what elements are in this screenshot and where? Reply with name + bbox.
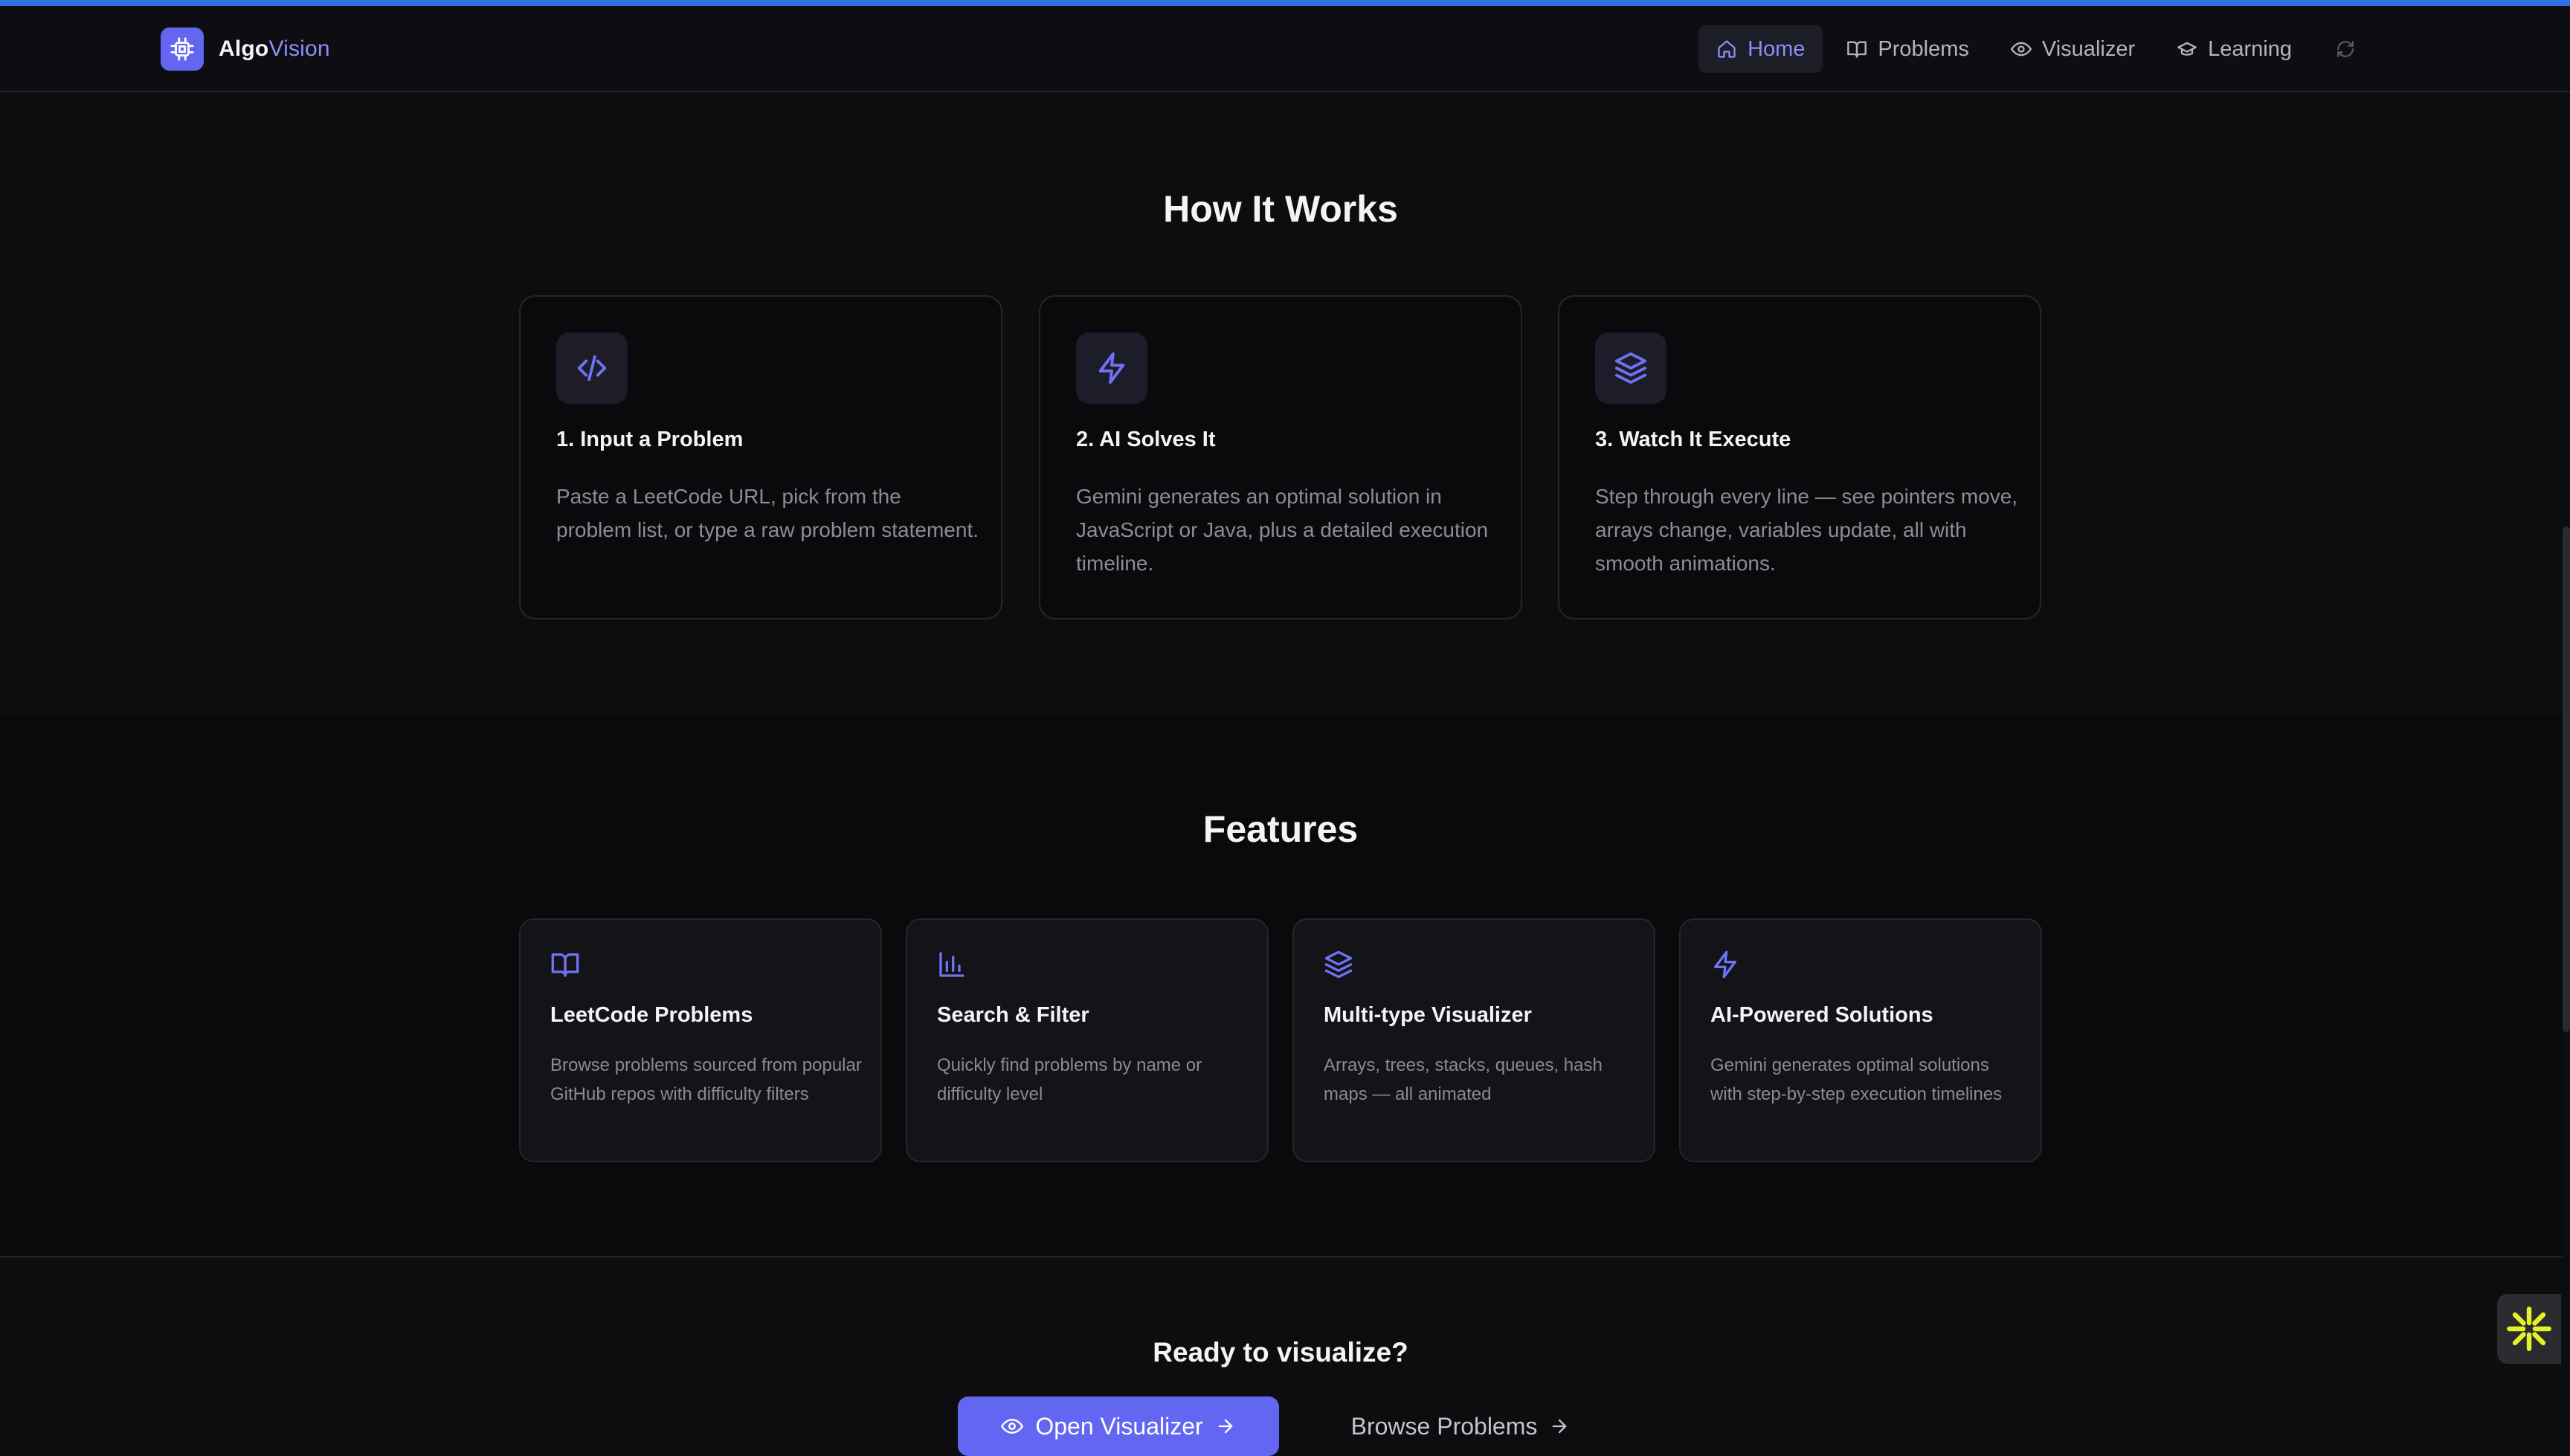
code-icon	[556, 332, 628, 404]
open-visualizer-button[interactable]: Open Visualizer	[958, 1397, 1279, 1456]
refresh-button[interactable]	[2322, 25, 2369, 73]
feature-description: Gemini generates optimal solutions with …	[1710, 1055, 2003, 1104]
arrow-right-icon	[1218, 1419, 1232, 1434]
cta-section: Ready to visualize? Open Visualizer Brow…	[0, 1256, 2570, 1456]
step-description: Paste a LeetCode URL, pick from the prob…	[556, 485, 979, 541]
layers-icon	[1595, 332, 1666, 404]
layers-icon	[1324, 950, 1353, 979]
eye-icon	[1001, 1419, 1024, 1434]
browse-problems-button[interactable]: Browse Problems	[1312, 1397, 1609, 1456]
step-description: Gemini generates an optimal solution in …	[1076, 485, 1489, 575]
eye-icon	[2010, 42, 2032, 57]
feature-description: Quickly find problems by name or difficu…	[937, 1055, 1202, 1104]
book-open-icon	[1847, 41, 1867, 58]
step-title: 1. Input a Problem	[556, 428, 744, 451]
lightning-icon	[1714, 950, 1736, 979]
brand-name-algo: Algo	[219, 36, 269, 61]
cta-title: Ready to visualize?	[1153, 1337, 1408, 1368]
feature-card-search: Search & Filter Quickly find problems by…	[906, 918, 1269, 1162]
features-title: Features	[1202, 808, 1359, 850]
step-card-ai-solves: 2. AI Solves It Gemini generates an opti…	[1039, 295, 1522, 619]
nav-item-problems[interactable]: Problems	[1829, 25, 1987, 73]
main-nav: Home Problems Visualizer Learning	[1698, 25, 2369, 73]
home-icon	[1718, 40, 1736, 58]
step-card-input: 1. Input a Problem Paste a LeetCode URL,…	[519, 295, 1002, 619]
brand-name-vision: Vision	[268, 36, 330, 61]
nav-item-learning[interactable]: Learning	[2159, 25, 2310, 73]
top-accent-bar	[0, 0, 2570, 6]
feature-description: Browse problems sourced from popular Git…	[550, 1055, 862, 1104]
step-title: 3. Watch It Execute	[1595, 428, 1791, 451]
graduation-cap-icon	[2177, 42, 2197, 56]
nav-item-learning-label: Learning	[2208, 36, 2292, 61]
bar-chart-icon	[939, 952, 964, 977]
scrollbar-thumb[interactable]	[2563, 526, 2570, 1032]
feature-card-leetcode: LeetCode Problems Browse problems source…	[519, 918, 882, 1162]
brand-name: AlgoVision	[219, 36, 330, 62]
browse-problems-label: Browse Problems	[1350, 1412, 1538, 1440]
feature-card-ai: AI-Powered Solutions Gemini generates op…	[1679, 918, 2042, 1162]
how-it-works-title: How It Works	[1163, 188, 1398, 230]
cpu-chip-icon	[161, 28, 204, 71]
nav-item-visualizer-label: Visualizer	[2041, 36, 2136, 61]
book-open-icon	[551, 953, 579, 977]
sparkle-star-icon	[2507, 1307, 2551, 1351]
feature-title: Multi-type Visualizer	[1324, 1003, 1532, 1027]
arrow-right-icon	[1553, 1419, 1567, 1434]
nav-item-home[interactable]: Home	[1698, 25, 1823, 73]
step-description: Step through every line — see pointers m…	[1595, 485, 2018, 575]
features-section: Features LeetCode Problems Browse proble…	[0, 715, 2570, 1256]
assistant-button[interactable]	[2497, 1294, 2561, 1364]
feature-description: Arrays, trees, stacks, queues, hash maps…	[1324, 1055, 1603, 1104]
nav-item-home-label: Home	[1748, 36, 1806, 61]
nav-item-visualizer[interactable]: Visualizer	[1993, 25, 2153, 73]
step-title: 2. AI Solves It	[1076, 428, 1216, 451]
how-it-works-section: How It Works 1. Input a Problem Paste a …	[0, 94, 2570, 715]
nav-item-problems-label: Problems	[1878, 36, 1969, 61]
app-header: AlgoVision Home Problems Visualizer Lear…	[0, 6, 2570, 92]
feature-title: LeetCode Problems	[550, 1003, 753, 1027]
feature-title: Search & Filter	[937, 1003, 1089, 1027]
feature-title: AI-Powered Solutions	[1710, 1003, 1933, 1027]
feature-card-visualizer: Multi-type Visualizer Arrays, trees, sta…	[1292, 918, 1655, 1162]
open-visualizer-label: Open Visualizer	[1035, 1412, 1203, 1440]
brand[interactable]: AlgoVision	[161, 28, 330, 71]
step-card-watch: 3. Watch It Execute Step through every l…	[1558, 295, 2041, 619]
refresh-icon	[2337, 41, 2354, 57]
lightning-icon	[1076, 332, 1147, 404]
